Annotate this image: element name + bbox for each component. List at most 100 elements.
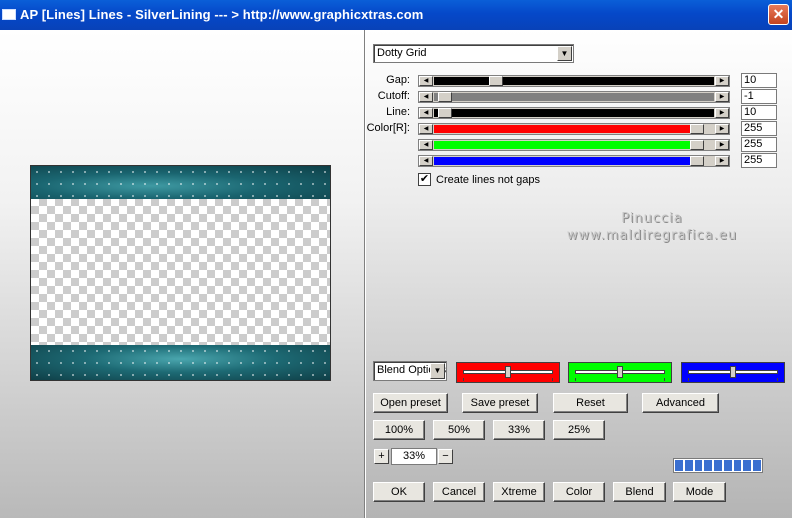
cutoff-thumb[interactable] xyxy=(438,92,453,102)
blue-blend-thumb[interactable] xyxy=(730,366,736,378)
color-b-value-field[interactable]: 255 xyxy=(741,153,777,168)
green-blend-track[interactable] xyxy=(575,366,665,378)
reset-button[interactable]: Reset xyxy=(553,393,628,413)
red-blend-track[interactable] xyxy=(463,366,553,378)
green-blend-slider[interactable] xyxy=(568,362,672,383)
watermark-name: Pinuccia xyxy=(621,211,683,226)
progress-segment xyxy=(704,460,713,471)
color-g-thumb[interactable] xyxy=(690,140,705,150)
preview-bottom-band xyxy=(31,345,330,380)
color-r-thumb[interactable] xyxy=(690,124,705,134)
arrow-right-icon[interactable]: ▶ xyxy=(715,140,729,150)
progress-segment xyxy=(694,460,703,471)
save-preset-button[interactable]: Save preset xyxy=(462,393,538,413)
color-r-fill xyxy=(434,125,698,133)
window-title: AP [Lines] Lines - SilverLining --- > ht… xyxy=(20,7,424,22)
progress-segment xyxy=(675,460,683,471)
advanced-button[interactable]: Advanced xyxy=(642,393,719,413)
chevron-down-icon[interactable]: ▼ xyxy=(557,46,572,61)
line-label: Line: xyxy=(386,106,410,118)
color-b-fill xyxy=(434,157,698,165)
color-r-value-field[interactable]: 255 xyxy=(741,121,777,136)
close-button[interactable]: ✕ xyxy=(768,4,789,25)
color-g-track[interactable] xyxy=(434,140,714,150)
app-icon xyxy=(2,9,16,20)
gap-track[interactable] xyxy=(434,76,714,86)
progress-segment xyxy=(733,460,742,471)
gap-slider[interactable]: ◀ ▶ xyxy=(418,75,730,87)
color-r-track[interactable] xyxy=(434,124,714,134)
blend-button[interactable]: Blend xyxy=(613,482,666,502)
color-r-slider[interactable]: ◀ ▶ xyxy=(418,123,730,135)
chevron-down-icon[interactable]: ▼ xyxy=(430,363,445,379)
blue-blend-slider[interactable] xyxy=(681,362,785,383)
blue-blend-track[interactable] xyxy=(688,366,778,378)
watermark-url: www.maldiregrafica.eu xyxy=(566,228,738,243)
arrow-left-icon[interactable]: ◀ xyxy=(419,108,433,118)
preset-select[interactable]: Dotty Grid ▼ xyxy=(373,44,574,63)
line-fill xyxy=(434,109,714,117)
line-track[interactable] xyxy=(434,108,714,118)
color-b-thumb[interactable] xyxy=(690,156,705,166)
red-blend-ticks xyxy=(463,378,553,381)
mode-button[interactable]: Mode xyxy=(673,482,726,502)
arrow-right-icon[interactable]: ▶ xyxy=(715,156,729,166)
zoom-100-button[interactable]: 100% xyxy=(373,420,425,440)
cutoff-track[interactable] xyxy=(434,92,714,102)
progress-segment xyxy=(753,460,762,471)
color-g-fill xyxy=(434,141,698,149)
red-blend-slider[interactable] xyxy=(456,362,560,383)
arrow-left-icon[interactable]: ◀ xyxy=(419,140,433,150)
color-r-label: Color[R]: xyxy=(366,122,410,134)
cutoff-label: Cutoff: xyxy=(377,90,410,102)
preview-top-band xyxy=(31,166,330,199)
cutoff-value-field[interactable]: -1 xyxy=(741,89,777,104)
watermark: Pinuccia www.maldiregrafica.eu xyxy=(552,210,752,244)
arrow-right-icon[interactable]: ▶ xyxy=(715,108,729,118)
arrow-left-icon[interactable]: ◀ xyxy=(419,92,433,102)
color-g-value-field[interactable]: 255 xyxy=(741,137,777,152)
color-button[interactable]: Color xyxy=(553,482,605,502)
line-value-field[interactable]: 10 xyxy=(741,105,777,120)
progress-segment xyxy=(684,460,693,471)
open-preset-button[interactable]: Open preset xyxy=(373,393,448,413)
blend-options-select[interactable]: Blend Options ▼ xyxy=(373,361,447,381)
zoom-33-button[interactable]: 33% xyxy=(493,420,545,440)
create-lines-checkbox[interactable]: ✔ xyxy=(418,173,431,186)
zoom-50-button[interactable]: 50% xyxy=(433,420,485,440)
preview-pane xyxy=(0,30,364,518)
arrow-right-icon[interactable]: ▶ xyxy=(715,92,729,102)
line-thumb[interactable] xyxy=(438,108,453,118)
zoom-out-button[interactable]: − xyxy=(438,449,453,464)
color-b-track[interactable] xyxy=(434,156,714,166)
zoom-in-button[interactable]: + xyxy=(374,449,389,464)
zoom-25-button[interactable]: 25% xyxy=(553,420,605,440)
arrow-right-icon[interactable]: ▶ xyxy=(715,124,729,134)
arrow-right-icon[interactable]: ▶ xyxy=(715,76,729,86)
red-blend-thumb[interactable] xyxy=(505,366,511,378)
gap-label: Gap: xyxy=(386,74,410,86)
cutoff-fill xyxy=(434,93,714,101)
cutoff-slider[interactable]: ◀ ▶ xyxy=(418,91,730,103)
gap-thumb[interactable] xyxy=(488,76,503,86)
arrow-left-icon[interactable]: ◀ xyxy=(419,124,433,134)
cancel-button[interactable]: Cancel xyxy=(433,482,485,502)
preview-image xyxy=(30,165,331,381)
blue-blend-ticks xyxy=(688,378,778,381)
xtreme-button[interactable]: Xtreme xyxy=(493,482,545,502)
ok-button[interactable]: OK xyxy=(373,482,425,502)
color-b-slider[interactable]: ◀ ▶ xyxy=(418,155,730,167)
arrow-left-icon[interactable]: ◀ xyxy=(419,156,433,166)
green-blend-thumb[interactable] xyxy=(617,366,623,378)
create-lines-label: Create lines not gaps xyxy=(436,174,540,186)
arrow-left-icon[interactable]: ◀ xyxy=(419,76,433,86)
gap-fill xyxy=(434,77,714,85)
green-blend-ticks xyxy=(575,378,665,381)
color-g-slider[interactable]: ◀ ▶ xyxy=(418,139,730,151)
zoom-level-field[interactable]: 33% xyxy=(391,448,437,465)
progress-segment xyxy=(743,460,752,471)
gap-value-field[interactable]: 10 xyxy=(741,73,777,88)
controls-pane xyxy=(366,30,792,518)
line-slider[interactable]: ◀ ▶ xyxy=(418,107,730,119)
preset-select-value: Dotty Grid xyxy=(377,47,427,59)
